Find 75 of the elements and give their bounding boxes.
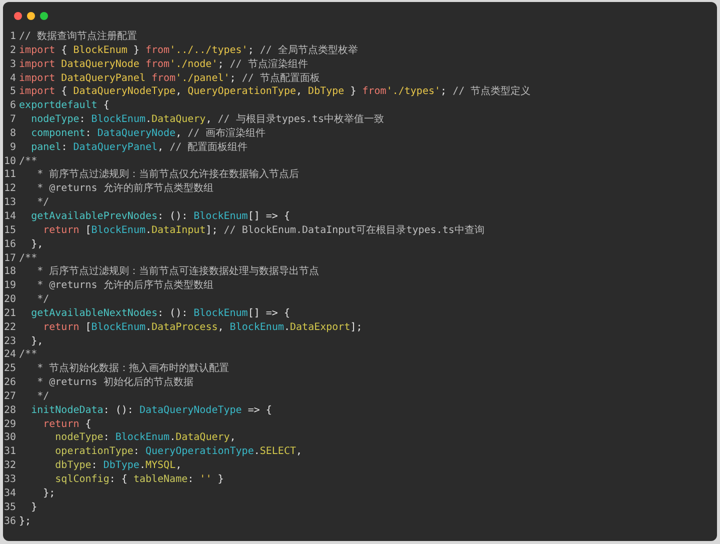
line-number: 27 — [4, 390, 16, 404]
line-number: 24 — [4, 348, 16, 362]
line-number: 11 — [4, 168, 16, 182]
code-line: getAvailableNextNodes: (): BlockEnum[] => { — [30, 306, 290, 321]
line-number: 30 — [4, 431, 16, 446]
line-number: 13 — [4, 196, 16, 210]
code-line: exportdefault { — [19, 99, 110, 114]
code-line: return [BlockEnum.DataProcess, BlockEnum.DataExport]; — [42, 320, 362, 335]
code-line: }, — [30, 238, 44, 252]
code-line: */ — [36, 196, 50, 210]
code-line: // 数据查询节点注册配置 — [19, 30, 138, 44]
line-number: 23 — [4, 334, 16, 348]
code-line: /** — [19, 252, 38, 266]
code-line: import DataQueryPanel from'./panel'; // 节点配置面板 — [19, 72, 320, 86]
line-number: 17 — [4, 252, 16, 266]
code-line: initNodeData: (): DataQueryNodeType => { — [30, 404, 272, 418]
line-number: 18 — [4, 265, 16, 280]
close-icon[interactable] — [14, 12, 22, 20]
code-line: }; — [42, 486, 56, 501]
code-line: component: DataQueryNode, // 画布渲染组件 — [30, 126, 266, 141]
code-line: dbType: DbType.MYSQL, — [54, 459, 182, 473]
code-line: return { — [42, 418, 92, 432]
code-line: * @returns 允许的后序节点类型数组 — [36, 279, 214, 294]
line-number: 19 — [4, 279, 16, 294]
line-number: 4 — [9, 72, 16, 86]
code-line: }; — [19, 514, 32, 528]
code-line: }, — [30, 334, 44, 348]
line-number: 28 — [4, 404, 16, 418]
line-number: 35 — [4, 500, 16, 515]
code-line: * @returns 允许的前序节点类型数组 — [36, 182, 214, 196]
minimize-icon[interactable] — [27, 12, 35, 20]
line-number: 1 — [9, 30, 16, 44]
code-line: * 后序节点过滤规则：当前节点可连接数据处理与数据导出节点 — [36, 265, 320, 280]
code-line: import DataQueryNode from'./node'; // 节点渲染组件 — [19, 58, 308, 72]
line-number: 32 — [4, 459, 16, 473]
line-number: 7 — [9, 113, 16, 127]
line-number: 10 — [4, 154, 16, 168]
line-number: 25 — [4, 362, 16, 376]
code-line: * 节点初始化数据：拖入画布时的默认配置 — [36, 362, 230, 376]
code-line: import { BlockEnum } from'../../types'; // 全局节点类型枚举 — [19, 44, 358, 58]
line-number: 20 — [4, 293, 16, 307]
line-number: 22 — [4, 320, 16, 335]
line-number: 33 — [4, 473, 16, 487]
line-number: 12 — [4, 182, 16, 196]
line-number: 26 — [4, 376, 16, 390]
code-line: */ — [36, 293, 50, 307]
line-number: 31 — [4, 445, 16, 460]
line-number: 29 — [4, 418, 16, 432]
line-number: 16 — [4, 238, 16, 252]
code-line: * @returns 初始化后的节点数据 — [36, 376, 194, 390]
code-line: return [BlockEnum.DataInput]; // BlockEnum.DataInput可在根目录types.ts中查询 — [42, 224, 484, 238]
code-line: nodeType: BlockEnum.DataQuery, — [54, 431, 236, 446]
line-number: 8 — [9, 126, 16, 141]
code-line: /** — [19, 348, 38, 362]
line-number: 21 — [4, 306, 16, 321]
code-line: /** — [19, 154, 38, 168]
line-number: 6 — [9, 99, 16, 114]
code-line: getAvailablePrevNodes: (): BlockEnum[] => { — [30, 210, 290, 224]
line-number: 3 — [9, 58, 16, 72]
line-number: 2 — [9, 44, 16, 58]
line-number: 34 — [4, 486, 16, 501]
code-line: import { DataQueryNodeType, QueryOperationType, DbType } from'./types'; // 节点类型定义 — [19, 85, 531, 100]
code-line: */ — [36, 390, 50, 404]
code-line: operationType: QueryOperationType.SELECT, — [54, 445, 302, 460]
code-line: } — [30, 500, 38, 515]
line-number: 5 — [9, 85, 16, 100]
line-number: 36 — [4, 514, 16, 528]
line-number: 9 — [9, 140, 16, 155]
code-line: panel: DataQueryPanel, // 配置面板组件 — [30, 140, 248, 155]
line-number: 15 — [4, 224, 16, 238]
code-line: * 前序节点过滤规则：当前节点仅允许接在数据输入节点后 — [36, 168, 300, 182]
line-number: 14 — [4, 210, 16, 224]
maximize-icon[interactable] — [40, 12, 48, 20]
code-line: sqlConfig: { tableName: '' } — [54, 473, 224, 487]
code-line: nodeType: BlockEnum.DataQuery, // 与根目录types.ts中枚举值一致 — [30, 113, 384, 127]
